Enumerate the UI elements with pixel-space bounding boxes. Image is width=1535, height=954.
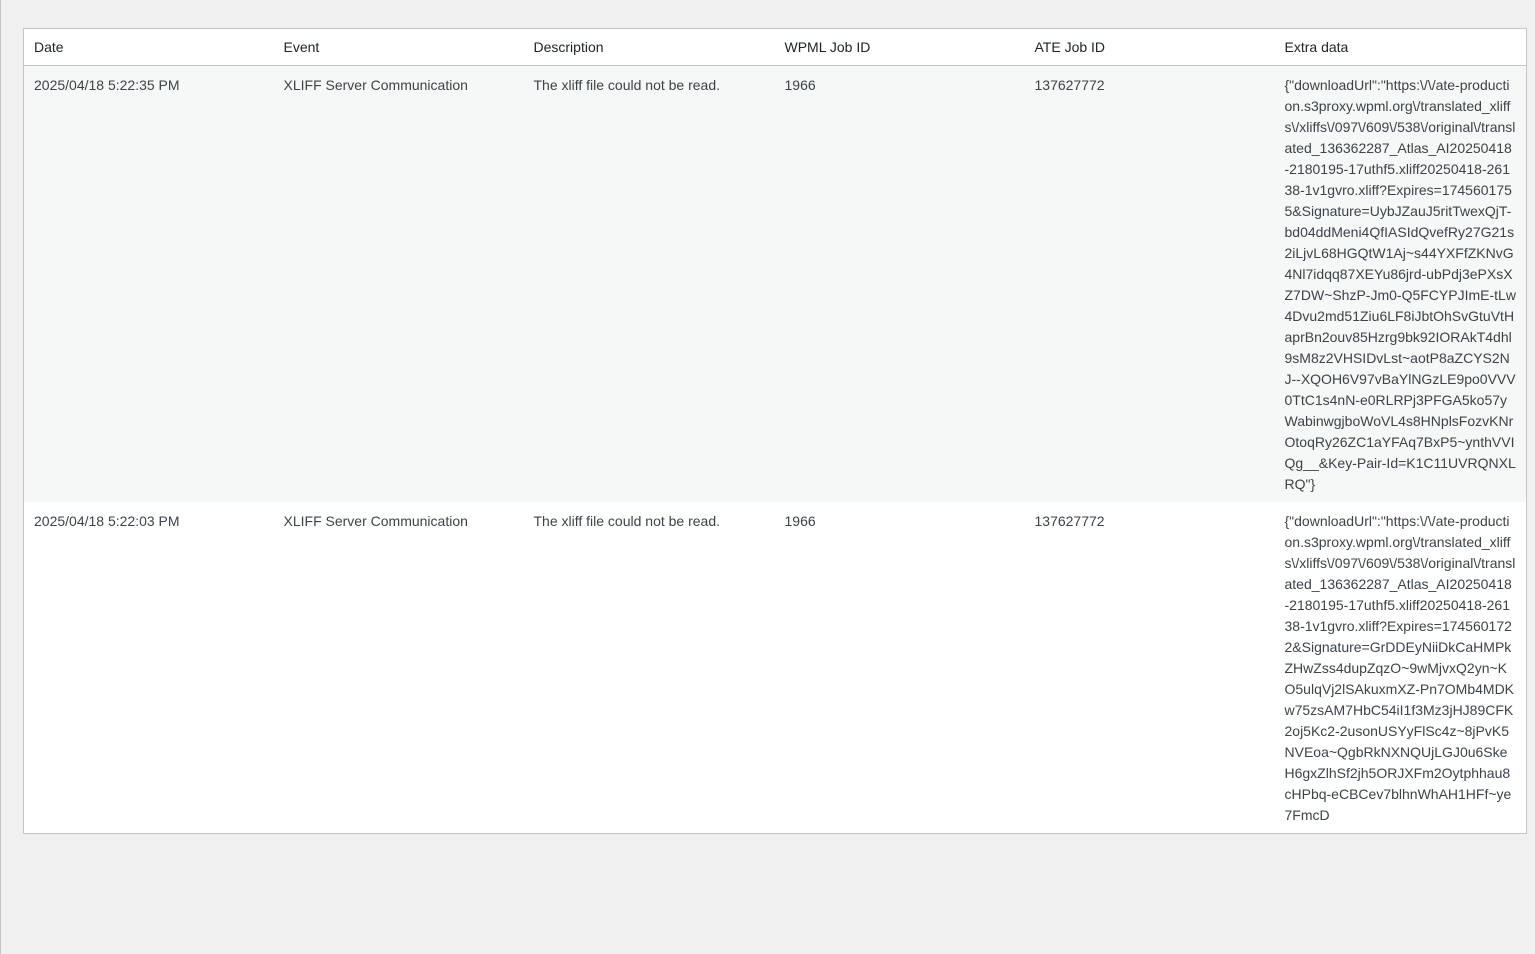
cell-date: 2025/04/18 5:22:35 PM [23, 65, 274, 502]
table-header: Date Event Description WPML Job ID ATE J… [23, 28, 1527, 66]
cell-wpml-job-id: 1966 [774, 502, 1025, 834]
cell-extra-data: {"downloadUrl":"https:\/\/ate-production… [1274, 65, 1527, 502]
cell-description: The xliff file could not be read. [523, 65, 775, 502]
logs-page: Date Event Description WPML Job ID ATE J… [0, 0, 1535, 954]
table-row: 2025/04/18 5:22:03 PM XLIFF Server Commu… [23, 502, 1527, 834]
table-row: 2025/04/18 5:22:35 PM XLIFF Server Commu… [23, 65, 1527, 502]
column-header-event: Event [273, 28, 524, 66]
cell-wpml-job-id: 1966 [774, 65, 1025, 502]
column-header-ate-job-id: ATE Job ID [1024, 28, 1275, 66]
ate-log-table: Date Event Description WPML Job ID ATE J… [23, 28, 1527, 834]
column-header-wpml-job-id: WPML Job ID [774, 28, 1025, 66]
column-header-description: Description [523, 28, 775, 66]
column-header-extra-data: Extra data [1274, 28, 1527, 66]
cell-date: 2025/04/18 5:22:03 PM [23, 502, 274, 834]
column-header-date: Date [23, 28, 274, 66]
cell-event: XLIFF Server Communication [273, 502, 524, 834]
cell-ate-job-id: 137627772 [1024, 502, 1275, 834]
cell-event: XLIFF Server Communication [273, 65, 524, 502]
table-body: 2025/04/18 5:22:35 PM XLIFF Server Commu… [23, 65, 1527, 834]
cell-ate-job-id: 137627772 [1024, 65, 1275, 502]
cell-description: The xliff file could not be read. [523, 502, 775, 834]
cell-extra-data: {"downloadUrl":"https:\/\/ate-production… [1274, 502, 1527, 834]
header-row: Date Event Description WPML Job ID ATE J… [23, 28, 1527, 66]
admin-sidebar-edge [0, 0, 1, 954]
